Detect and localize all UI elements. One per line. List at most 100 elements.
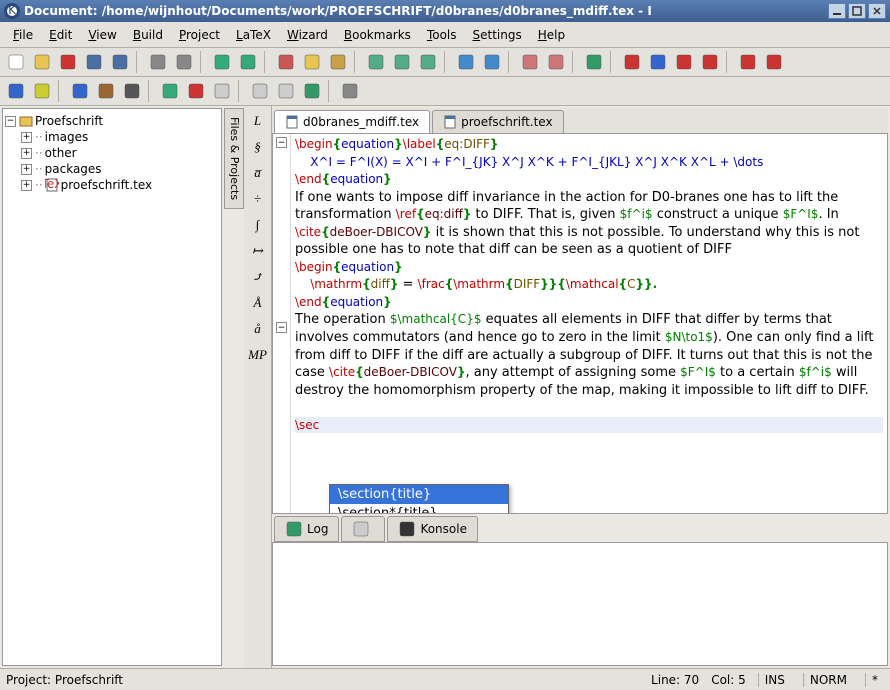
autocomplete-item[interactable]: \section{title} <box>330 485 508 504</box>
fold-gutter[interactable]: − − <box>273 134 291 513</box>
copy-icon[interactable] <box>300 50 324 74</box>
globe-icon[interactable] <box>300 79 324 103</box>
structure-icon[interactable] <box>454 50 478 74</box>
toolbar-build <box>0 77 890 106</box>
flash-icon[interactable] <box>30 79 54 103</box>
mark-red2-icon[interactable] <box>672 50 696 74</box>
separator <box>572 51 578 73</box>
print-preview-icon[interactable] <box>172 50 196 74</box>
pdf-icon[interactable] <box>184 79 208 103</box>
save-all-icon[interactable] <box>108 50 132 74</box>
print-icon[interactable] <box>146 50 170 74</box>
structure2-icon[interactable] <box>480 50 504 74</box>
separator <box>148 80 154 102</box>
user2-icon[interactable] <box>544 50 568 74</box>
tree-item-packages[interactable]: +··packages <box>21 161 219 177</box>
symbol-btn-4[interactable]: ∫ <box>247 214 269 236</box>
separator <box>354 51 360 73</box>
menu-help[interactable]: Help <box>531 25 572 45</box>
menu-edit[interactable]: Edit <box>42 25 79 45</box>
zoom-out-icon[interactable] <box>416 50 440 74</box>
user1-icon[interactable] <box>518 50 542 74</box>
code-editor[interactable]: − − \begin{equation}\label{eq:DIFF} X^I … <box>272 133 888 514</box>
menu-file[interactable]: File <box>6 25 40 45</box>
menu-tools[interactable]: Tools <box>420 25 464 45</box>
close-icon[interactable] <box>56 50 80 74</box>
status-project: Project: Proefschrift <box>6 673 651 687</box>
paste-icon[interactable] <box>326 50 350 74</box>
tree-root[interactable]: −Proefschrift <box>5 113 219 129</box>
file-tab-proefschrift-tex[interactable]: proefschrift.tex <box>432 110 563 133</box>
separator <box>610 51 616 73</box>
gear-dark-icon[interactable] <box>120 79 144 103</box>
menu-latex[interactable]: LaTeX <box>229 25 278 45</box>
close-button[interactable] <box>868 3 886 19</box>
doc2-icon[interactable] <box>248 79 272 103</box>
svg-text:TeX: TeX <box>45 178 59 191</box>
window-title: Document: /home/wijnhout/Documents/work/… <box>24 4 828 18</box>
bottom-tab-konsole[interactable]: Konsole <box>387 516 478 542</box>
bottom-tab-output[interactable] <box>341 516 385 542</box>
menu-project[interactable]: Project <box>172 25 227 45</box>
code-content[interactable]: \begin{equation}\label{eq:DIFF} X^I = F^… <box>291 134 887 513</box>
save-icon[interactable] <box>82 50 106 74</box>
bottom-tabs: Log Konsole <box>272 516 888 542</box>
fold-toggle[interactable]: − <box>276 137 287 148</box>
menu-build[interactable]: Build <box>126 25 170 45</box>
autocomplete-popup[interactable]: \section{title}\section*{title}\section[… <box>329 484 509 514</box>
cut-icon[interactable] <box>274 50 298 74</box>
quickbuild-icon[interactable] <box>4 79 28 103</box>
separator <box>508 51 514 73</box>
bottom-panel-content[interactable] <box>272 542 888 666</box>
symbol-toolbar: L § a̅ ÷ ∫ ↦ ⤴ Åå MP <box>244 106 272 668</box>
bottom-panel: Log Konsole <box>272 516 888 666</box>
separator <box>726 51 732 73</box>
bottom-tab-log[interactable]: Log <box>274 516 339 542</box>
symbol-btn-5[interactable]: ↦ <box>247 240 269 262</box>
mark-blue-icon[interactable] <box>646 50 670 74</box>
window-titlebar: K Document: /home/wijnhout/Documents/wor… <box>0 0 890 22</box>
menu-view[interactable]: View <box>81 25 123 45</box>
svg-text:K: K <box>8 5 17 17</box>
mark-red-icon[interactable] <box>620 50 644 74</box>
fold-toggle[interactable]: − <box>276 322 287 333</box>
side-tabs: Files & Projects <box>224 106 244 668</box>
statusbar: Project: Proefschrift Line: 70 Col: 5 IN… <box>0 668 890 690</box>
new-icon[interactable] <box>4 50 28 74</box>
side-tab-files-projects[interactable]: Files & Projects <box>224 108 244 209</box>
menu-bookmarks[interactable]: Bookmarks <box>337 25 418 45</box>
refresh-icon[interactable] <box>158 79 182 103</box>
menu-wizard[interactable]: Wizard <box>280 25 335 45</box>
tree-item-images[interactable]: +··images <box>21 129 219 145</box>
doc1-icon[interactable] <box>210 79 234 103</box>
symbol-btn-7[interactable]: Å <box>247 292 269 314</box>
symbol-btn-3[interactable]: ÷ <box>247 188 269 210</box>
bracket1-icon[interactable] <box>736 50 760 74</box>
doc3-icon[interactable] <box>274 79 298 103</box>
tree-item-proefschrift-tex[interactable]: +··TeXproefschrift.tex <box>21 177 219 193</box>
file-tab-d0branes_mdiff-tex[interactable]: d0branes_mdiff.tex <box>274 110 430 133</box>
symbol-btn-8[interactable]: å <box>247 318 269 340</box>
open-icon[interactable] <box>30 50 54 74</box>
menu-settings[interactable]: Settings <box>466 25 529 45</box>
symbol-btn-2[interactable]: a̅ <box>247 162 269 184</box>
zoom-in-icon[interactable] <box>390 50 414 74</box>
symbol-btn-9[interactable]: MP <box>247 344 269 366</box>
symbol-btn-0[interactable]: L <box>247 110 269 132</box>
find-icon[interactable] <box>364 50 388 74</box>
symbol-btn-6[interactable]: ⤴ <box>247 266 269 288</box>
tree-item-other[interactable]: +··other <box>21 145 219 161</box>
gear-blue-icon[interactable] <box>68 79 92 103</box>
gear-small-icon[interactable] <box>338 79 362 103</box>
undo-icon[interactable] <box>210 50 234 74</box>
redo-icon[interactable] <box>236 50 260 74</box>
bracket2-icon[interactable] <box>762 50 786 74</box>
minimize-button[interactable] <box>828 3 846 19</box>
status-line: Line: 70 <box>651 673 699 687</box>
mark-x-icon[interactable] <box>698 50 722 74</box>
chart-icon[interactable] <box>582 50 606 74</box>
gear-brown-icon[interactable] <box>94 79 118 103</box>
autocomplete-item[interactable]: \section*{title} <box>330 504 508 514</box>
symbol-btn-1[interactable]: § <box>247 136 269 158</box>
maximize-button[interactable] <box>848 3 866 19</box>
